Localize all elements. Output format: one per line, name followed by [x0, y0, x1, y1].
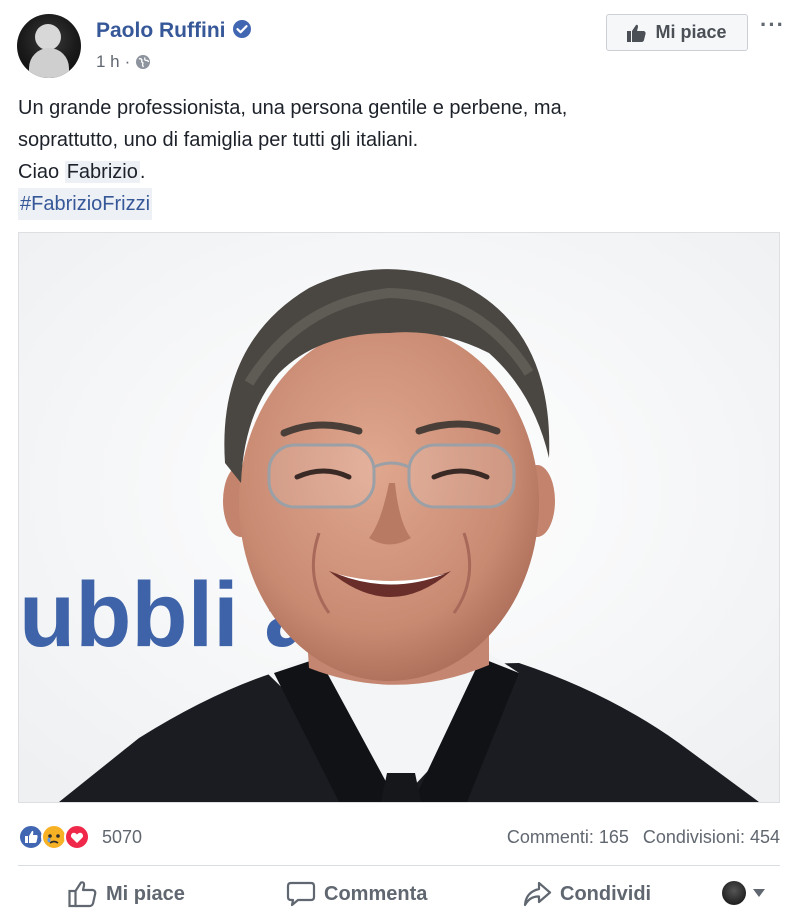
- post-meta: 1 h ·: [96, 52, 151, 72]
- share-label: Condividi: [560, 882, 652, 905]
- like-page-label: Mi piace: [655, 22, 727, 42]
- post-text: Un grande professionista, una persona ge…: [18, 92, 778, 220]
- photo-illustration: ubbli a: [19, 233, 779, 802]
- author-avatar[interactable]: [17, 14, 81, 78]
- post-text-line: soprattutto, uno di famiglia per tutti g…: [18, 129, 419, 151]
- post-timestamp[interactable]: 1 h: [96, 52, 120, 72]
- post-text-line: Un grande professionista, una persona ge…: [18, 97, 568, 119]
- account-avatar: [722, 881, 746, 905]
- author-name[interactable]: Paolo Ruffini: [96, 19, 226, 42]
- comment-bubble-icon: [286, 881, 316, 907]
- post-photo[interactable]: ubbli a: [18, 232, 780, 803]
- hashtag-link[interactable]: #FabrizioFrizzi: [18, 188, 153, 220]
- shares-count[interactable]: Condivisioni: 454: [643, 827, 780, 848]
- more-options-button[interactable]: ···: [760, 12, 785, 38]
- ciao-text: Ciao: [18, 161, 65, 183]
- share-button[interactable]: Condividi: [522, 880, 651, 908]
- reaction-count[interactable]: 5070: [102, 827, 142, 848]
- thumbs-up-outline-icon: [68, 881, 97, 908]
- like-button[interactable]: Mi piace: [68, 880, 185, 908]
- avatar-body: [29, 48, 69, 78]
- period-text: .: [139, 161, 146, 183]
- author-name-container: Paolo Ruffini: [96, 19, 252, 43]
- comments-count[interactable]: Commenti: 165: [507, 827, 629, 848]
- post-text-line: Ciao Fabrizio.: [18, 156, 778, 188]
- reactions-bar: 5070 Commenti: 165 Condivisioni: 454: [18, 822, 780, 852]
- love-reaction-icon: [64, 824, 90, 850]
- post-stats: Commenti: 165 Condivisioni: 454: [507, 827, 780, 848]
- meta-separator: ·: [124, 52, 131, 71]
- like-page-button[interactable]: Mi piace: [606, 14, 748, 51]
- reaction-icons[interactable]: [18, 824, 90, 850]
- account-selector[interactable]: [722, 881, 766, 905]
- globe-icon[interactable]: [135, 54, 151, 70]
- post-text-line: #FabrizioFrizzi: [18, 188, 778, 220]
- mention-link[interactable]: Fabrizio: [64, 161, 140, 183]
- caret-down-icon: [753, 889, 765, 897]
- thumbs-up-icon: [627, 24, 647, 42]
- comment-button[interactable]: Commenta: [286, 880, 427, 908]
- share-arrow-icon: [523, 881, 552, 907]
- verified-badge-icon: [232, 20, 251, 38]
- actions-divider: [18, 865, 780, 866]
- avatar-head: [35, 24, 61, 50]
- like-label: Mi piace: [106, 882, 185, 905]
- comment-label: Commenta: [324, 882, 428, 905]
